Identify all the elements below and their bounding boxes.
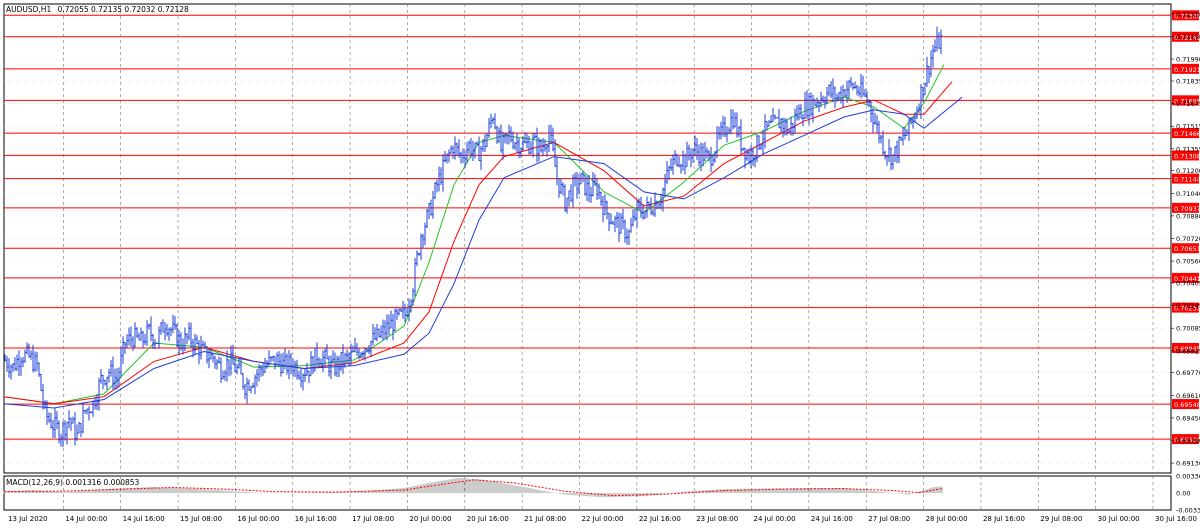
- time-tick-label: 28 Jul 16:00: [983, 515, 1025, 523]
- time-tick-label: 30 Jul 00:00: [1098, 515, 1140, 523]
- time-tick-label: 27 Jul 08:00: [868, 515, 910, 523]
- time-tick-label: 16 Jul 00:00: [237, 515, 279, 523]
- price-tick-label: 0.71040: [1176, 190, 1200, 198]
- time-tick-label: 29 Jul 08:00: [1040, 515, 1082, 523]
- price-tick-label: 0.71990: [1176, 56, 1200, 64]
- macd-tick-label: 0.003364: [1176, 473, 1200, 481]
- level-tag-label: 0.71921: [1174, 66, 1200, 74]
- time-tick-label: 30 Jul 16:00: [1155, 515, 1197, 523]
- time-tick-label: 21 Jul 08:00: [524, 515, 566, 523]
- time-tick-label: 23 Jul 08:00: [696, 515, 738, 523]
- horizontal-levels: 0.723000.721480.719210.716980.714660.713…: [4, 10, 1200, 445]
- time-tick-label: 22 Jul 16:00: [639, 515, 681, 523]
- ma-mid-line: [3, 81, 953, 405]
- axes: 13 Jul 2020 14 Jul 00:00 14 Jul 16:00 15 Ju…: [8, 10, 1200, 523]
- level-tag-label: 0.70651: [1174, 245, 1200, 253]
- time-tick-label: 14 Jul 00:00: [65, 515, 107, 523]
- macd-tick-label: 0.00: [1176, 490, 1190, 498]
- time-tick-label: 14 Jul 16:00: [123, 515, 165, 523]
- price-tick-label: 0.70720: [1176, 235, 1200, 243]
- level-tag-label: 0.69548: [1174, 401, 1200, 409]
- price-tick-label: 0.69610: [1176, 392, 1200, 400]
- time-tick-label: 13 Jul 2020: [8, 515, 48, 523]
- macd-label: MACD(12,26,9) 0.001316 0.000853: [6, 478, 140, 487]
- time-tick-label: 20 Jul 16:00: [467, 515, 509, 523]
- price-tick-label: 0.70405: [1176, 279, 1200, 287]
- symbol-label: AUDUSD,H1: [6, 5, 51, 14]
- macd-tick-label: -0.00331: [1176, 507, 1200, 515]
- time-tick-label: 15 Jul 08:00: [180, 515, 222, 523]
- price-tick-label: 0.69770: [1176, 369, 1200, 377]
- time-tick-label: 22 Jul 00:00: [582, 515, 624, 523]
- macd-signal-line: [3, 479, 943, 497]
- level-tag-label: 0.71466: [1174, 130, 1200, 138]
- price-tick-label: 0.71355: [1176, 145, 1200, 153]
- time-tick-label: 16 Jul 16:00: [295, 515, 337, 523]
- level-tag-label: 0.71308: [1174, 152, 1200, 160]
- price-frame: [3, 3, 1172, 474]
- price-tick-label: 0.69130: [1176, 460, 1200, 468]
- price-tick-label: 0.71200: [1176, 167, 1200, 175]
- ohlc-label: 0.72055 0.72135 0.72032 0.72128: [58, 5, 189, 14]
- time-tick-label: 24 Jul 16:00: [811, 515, 853, 523]
- chart-svg: 0.723000.721480.719210.716980.714660.713…: [3, 3, 1200, 523]
- price-tick-label: 0.70560: [1176, 258, 1200, 266]
- price-tick-label: 0.71675: [1176, 100, 1200, 108]
- time-tick-label: 28 Jul 00:00: [926, 515, 968, 523]
- price-tick-label: 0.70085: [1176, 325, 1200, 333]
- time-tick-label: 20 Jul 00:00: [409, 515, 451, 523]
- price-chart[interactable]: 0.72300 0.72148 0.71921 0.71698 0.71466 0.713…: [0, 0, 1200, 527]
- time-tick-label: 24 Jul 00:00: [754, 515, 796, 523]
- price-tick-label: 0.72310: [1176, 10, 1200, 18]
- price-tick-label: 0.70880: [1176, 212, 1200, 220]
- candles: [3, 26, 943, 448]
- macd-panel: [3, 477, 943, 498]
- price-tick-label: 0.72150: [1176, 33, 1200, 41]
- price-tick-label: 0.71515: [1176, 123, 1200, 131]
- price-tick-label: 0.69925: [1176, 347, 1200, 355]
- price-tick-label: 0.70245: [1176, 302, 1200, 310]
- price-tick-label: 0.69290: [1176, 437, 1200, 445]
- level-tag-label: 0.71144: [1174, 176, 1200, 184]
- grid: [3, 3, 1172, 511]
- moving-averages: [3, 64, 963, 409]
- price-tick-label: 0.71835: [1176, 77, 1200, 85]
- chart-title: AUDUSD,H1 0.72055 0.72135 0.72032 0.7212…: [6, 5, 189, 14]
- price-tick-label: 0.69450: [1176, 414, 1200, 422]
- time-tick-label: 17 Jul 08:00: [352, 515, 394, 523]
